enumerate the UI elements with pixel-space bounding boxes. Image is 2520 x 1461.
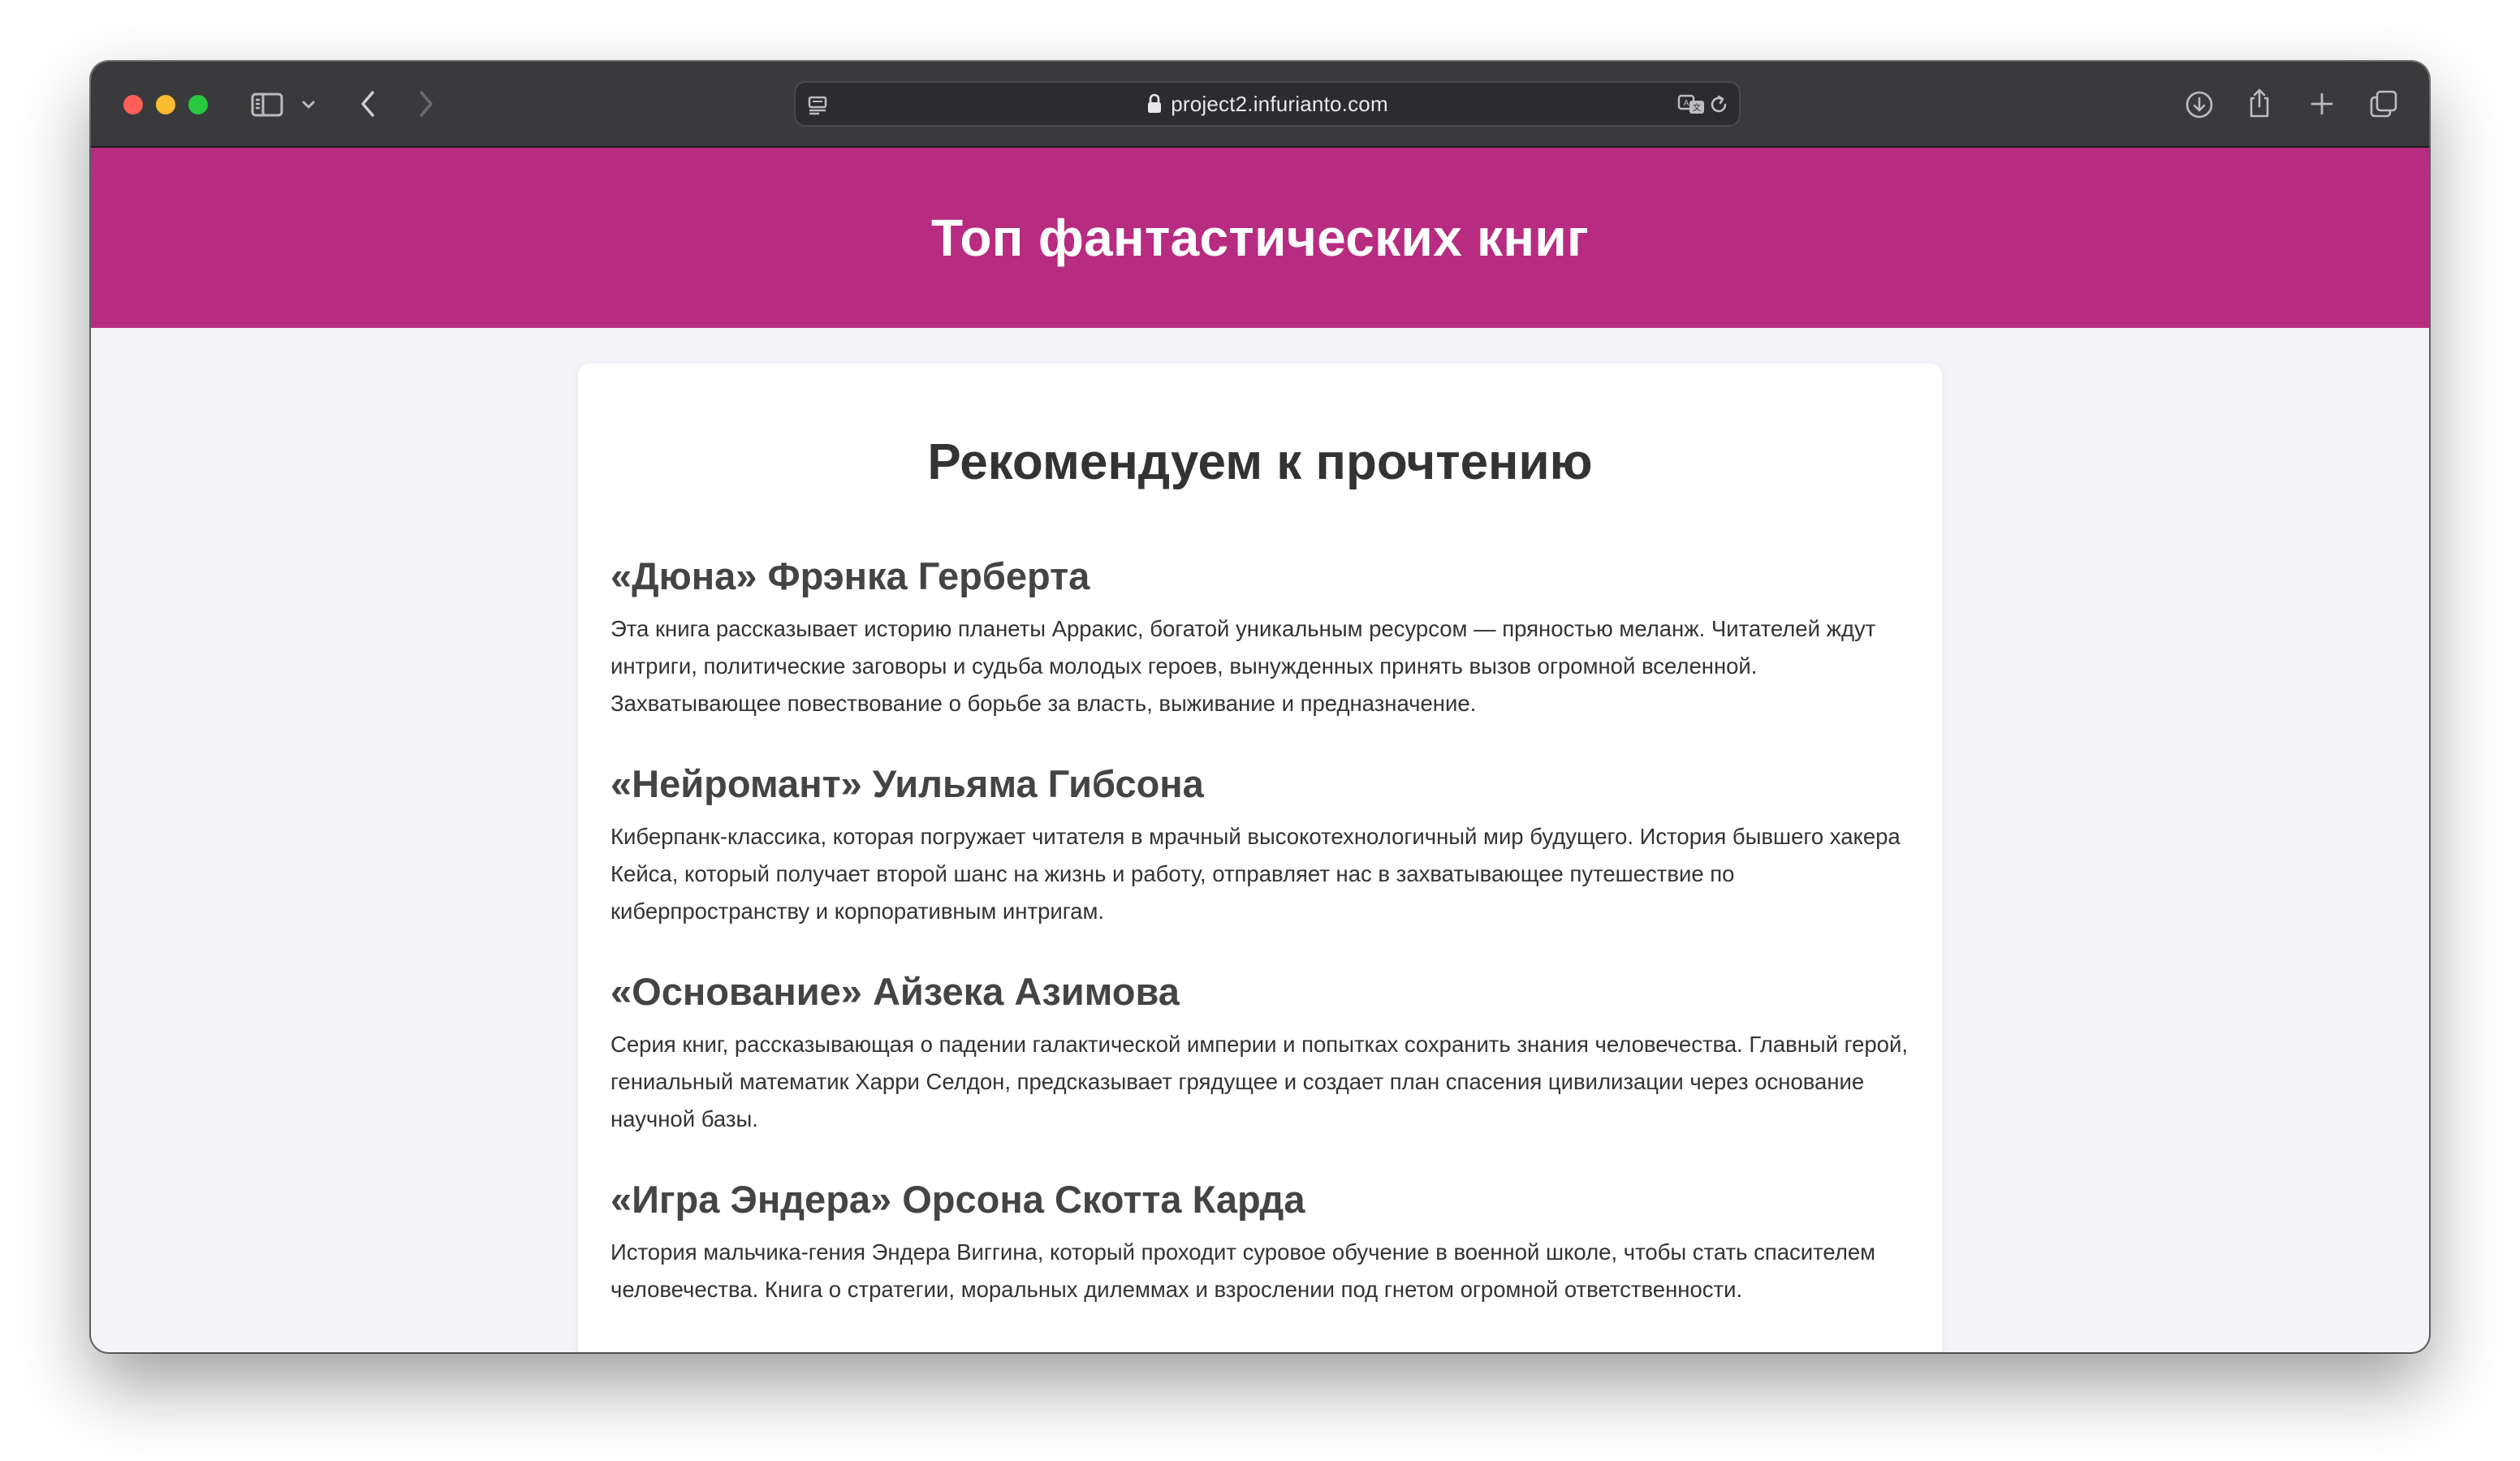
plus-icon[interactable]: [2307, 89, 2337, 119]
tab-overview-icon[interactable]: [2367, 88, 2400, 120]
book-entry: «Основание» Айзека Азимова Серия книг, р…: [611, 969, 1918, 1138]
browser-window: project2.infurianto.com A 文 Топ фантасти…: [91, 62, 2429, 1352]
book-description: История мальчика-гения Эндера Виггина, к…: [611, 1239, 1876, 1302]
book-title: «Дюна» Фрэнка Герберта: [611, 554, 1090, 597]
book-entry: «Нейромант» Уильяма Гибсона Киберпанк-кл…: [611, 761, 1918, 930]
book-title: «Нейромант» Уильяма Гибсона: [611, 762, 1204, 805]
book-description: Серия книг, рассказывающая о падении гал…: [611, 1032, 1908, 1131]
lock-icon: [1146, 93, 1163, 114]
url-display: project2.infurianto.com: [796, 83, 1739, 125]
zoom-window-button[interactable]: [188, 95, 208, 114]
svg-text:文: 文: [1693, 102, 1701, 113]
download-icon[interactable]: [2184, 89, 2215, 120]
share-icon[interactable]: [2246, 86, 2273, 120]
address-bar[interactable]: project2.infurianto.com A 文: [794, 81, 1741, 127]
book-entry: «Игра Эндера» Орсона Скотта Карда Истори…: [611, 1177, 1918, 1308]
svg-text:A: A: [1684, 99, 1689, 108]
page-header: Топ фантастических книг: [91, 148, 2429, 328]
chevron-down-icon[interactable]: [299, 96, 318, 114]
browser-toolbar: project2.infurianto.com A 文: [91, 62, 2429, 148]
back-arrow-icon[interactable]: [356, 88, 380, 120]
content-card: Рекомендуем к прочтению «Дюна» Фрэнка Ге…: [578, 364, 1942, 1352]
minimize-window-button[interactable]: [156, 95, 175, 114]
reload-icon[interactable]: [1707, 93, 1731, 117]
book-entry: «Дюна» Фрэнка Герберта Эта книга рассказ…: [611, 554, 1918, 722]
book-title: «Игра Эндера» Орсона Скотта Карда: [611, 1178, 1305, 1221]
translate-icon[interactable]: A 文: [1677, 93, 1707, 117]
url-text: project2.infurianto.com: [1171, 91, 1388, 116]
book-description: Эта книга рассказывает историю планеты А…: [611, 616, 1876, 716]
section-title: Рекомендуем к прочтению: [927, 434, 1593, 490]
book-description: Киберпанк-классика, которая погружает чи…: [611, 824, 1901, 924]
book-title: «Основание» Айзека Азимова: [611, 970, 1180, 1013]
page-title: Топ фантастических книг: [931, 209, 1589, 267]
sidebar-icon[interactable]: [250, 91, 284, 119]
forward-arrow-icon[interactable]: [414, 88, 438, 120]
close-window-button[interactable]: [123, 95, 143, 114]
